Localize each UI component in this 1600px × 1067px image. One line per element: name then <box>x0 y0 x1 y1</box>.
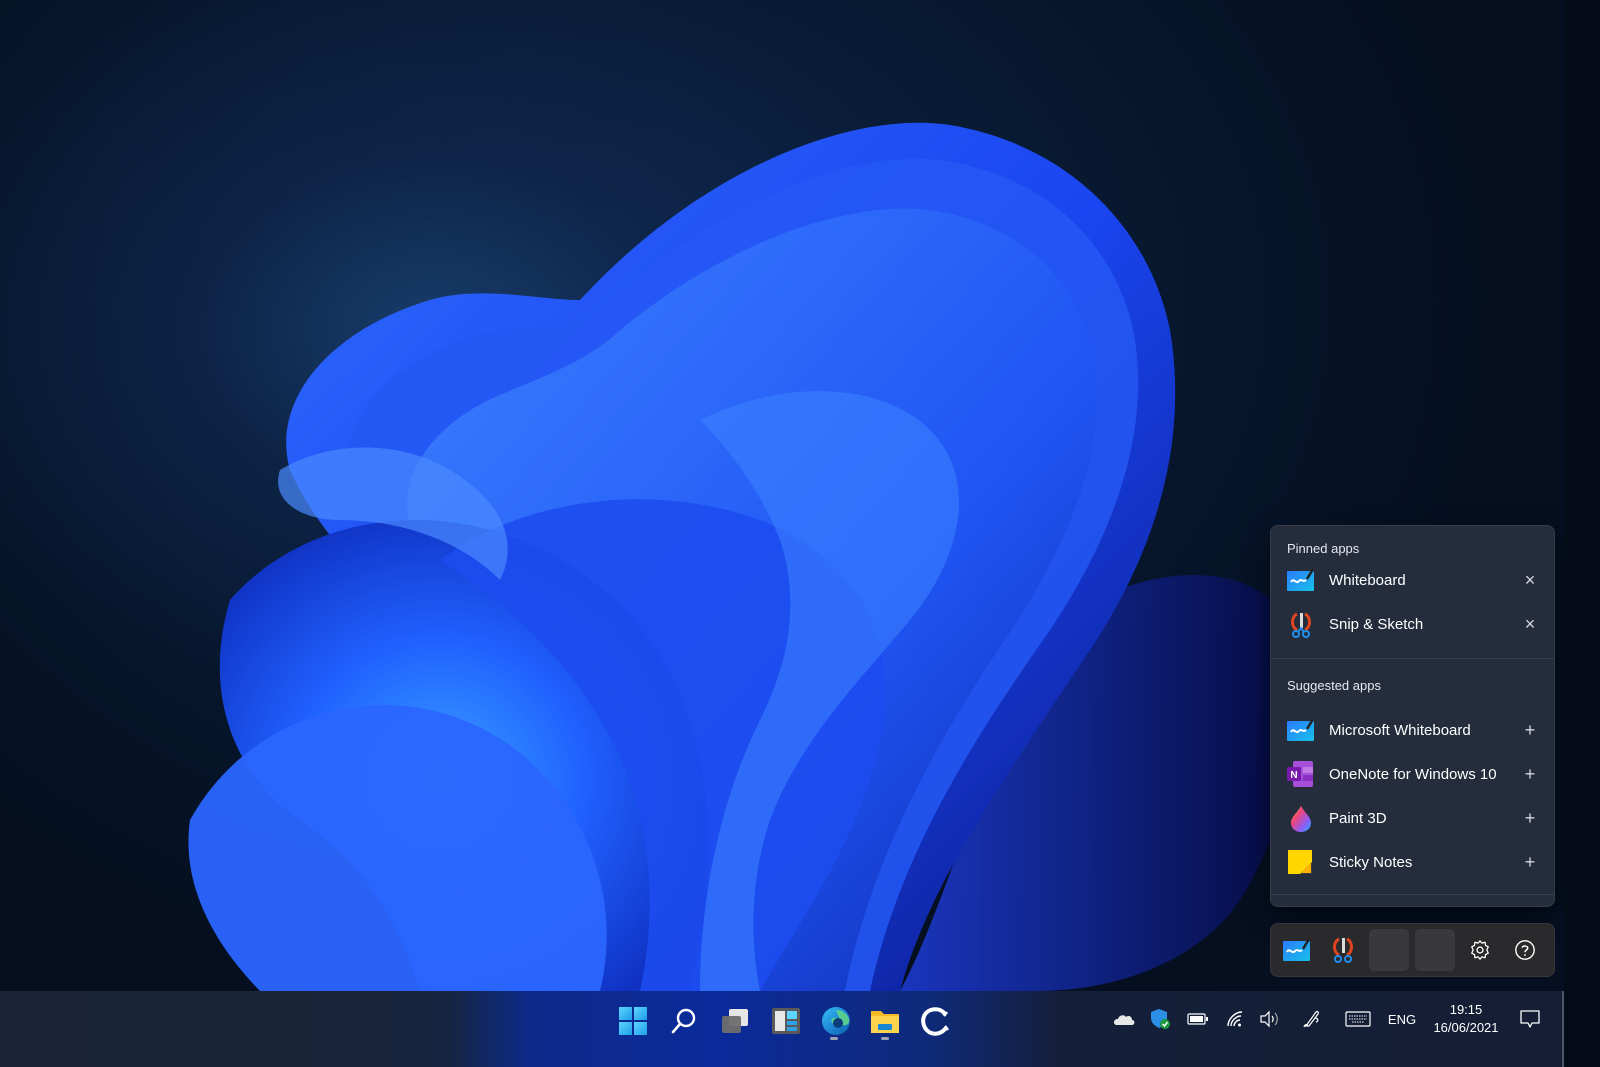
edge-icon[interactable] <box>818 1003 854 1039</box>
section-divider <box>1271 658 1554 659</box>
app-name: Microsoft Whiteboard <box>1329 721 1471 739</box>
whiteboard-icon <box>1287 717 1315 743</box>
plus-icon[interactable]: + <box>1520 852 1540 872</box>
help-icon[interactable] <box>1511 936 1539 964</box>
close-icon[interactable]: × <box>1520 614 1540 634</box>
keyboard-icon[interactable] <box>1344 1007 1372 1031</box>
plus-icon[interactable]: + <box>1520 808 1540 828</box>
section-divider <box>1271 894 1554 895</box>
cortana-icon[interactable] <box>917 1003 953 1039</box>
suggested-app-paint3d[interactable]: Paint 3D + <box>1271 798 1554 838</box>
quick-slot-whiteboard[interactable] <box>1277 929 1317 971</box>
plus-icon[interactable]: + <box>1520 764 1540 784</box>
whiteboard-icon <box>1287 567 1315 593</box>
volume-icon[interactable] <box>1258 1007 1282 1031</box>
snip-sketch-icon <box>1287 611 1315 638</box>
sticky-notes-icon <box>1287 849 1315 875</box>
pen-icon[interactable] <box>1300 1007 1324 1031</box>
pen-menu-flyout: Pinned apps Whiteboard × Snip & Sketch ×… <box>1270 525 1555 907</box>
search-icon[interactable] <box>666 1003 702 1039</box>
start-icon[interactable] <box>615 1003 651 1039</box>
clock-time: 19:15 <box>1449 1002 1483 1017</box>
app-name: Snip & Sketch <box>1329 615 1424 633</box>
svg-text:N: N <box>1290 770 1297 781</box>
plus-icon[interactable]: + <box>1520 720 1540 740</box>
pen-quick-bar <box>1270 923 1555 977</box>
running-indicator <box>881 1037 889 1040</box>
battery-icon[interactable] <box>1186 1007 1210 1031</box>
clock-date: 16/06/2021 <box>1433 1020 1499 1035</box>
quick-slot-snip-sketch[interactable] <box>1323 929 1363 971</box>
widgets-icon[interactable] <box>768 1003 804 1039</box>
running-indicator <box>830 1037 838 1040</box>
language-indicator[interactable]: ENG <box>1386 1007 1418 1031</box>
suggested-app-microsoft-whiteboard[interactable]: Microsoft Whiteboard + <box>1271 710 1554 750</box>
defender-icon[interactable] <box>1149 1007 1173 1031</box>
suggested-app-onenote[interactable]: N OneNote for Windows 10 + <box>1271 754 1554 794</box>
quick-slot-empty[interactable] <box>1415 929 1455 971</box>
pinned-app-snip-sketch[interactable]: Snip & Sketch × <box>1271 604 1554 644</box>
taskbar: ENG 19:15 16/06/2021 <box>0 991 1600 1067</box>
pinned-apps-heading: Pinned apps <box>1287 541 1360 556</box>
suggested-app-sticky-notes[interactable]: Sticky Notes + <box>1271 842 1554 882</box>
settings-icon[interactable] <box>1466 936 1494 964</box>
onedrive-icon[interactable] <box>1112 1007 1136 1031</box>
screen-edge <box>1564 0 1600 1067</box>
wifi-icon[interactable] <box>1224 1007 1248 1031</box>
app-name: Sticky Notes <box>1329 853 1413 871</box>
onenote-icon: N <box>1287 761 1315 787</box>
notification-icon[interactable] <box>1518 1007 1542 1031</box>
app-name: OneNote for Windows 10 <box>1329 765 1497 783</box>
suggested-apps-heading: Suggested apps <box>1287 678 1381 693</box>
paint3d-icon <box>1287 805 1315 832</box>
app-name: Whiteboard <box>1329 571 1406 589</box>
whiteboard-icon <box>1283 938 1311 961</box>
pinned-app-whiteboard[interactable]: Whiteboard × <box>1271 560 1554 600</box>
close-icon[interactable]: × <box>1520 570 1540 590</box>
quick-slot-empty[interactable] <box>1369 929 1409 971</box>
app-name: Paint 3D <box>1329 809 1387 827</box>
clock[interactable]: 19:15 16/06/2021 <box>1426 1001 1506 1037</box>
file-explorer-icon[interactable] <box>867 1003 903 1039</box>
snip-sketch-icon <box>1333 937 1353 963</box>
task-view-icon[interactable] <box>717 1003 753 1039</box>
